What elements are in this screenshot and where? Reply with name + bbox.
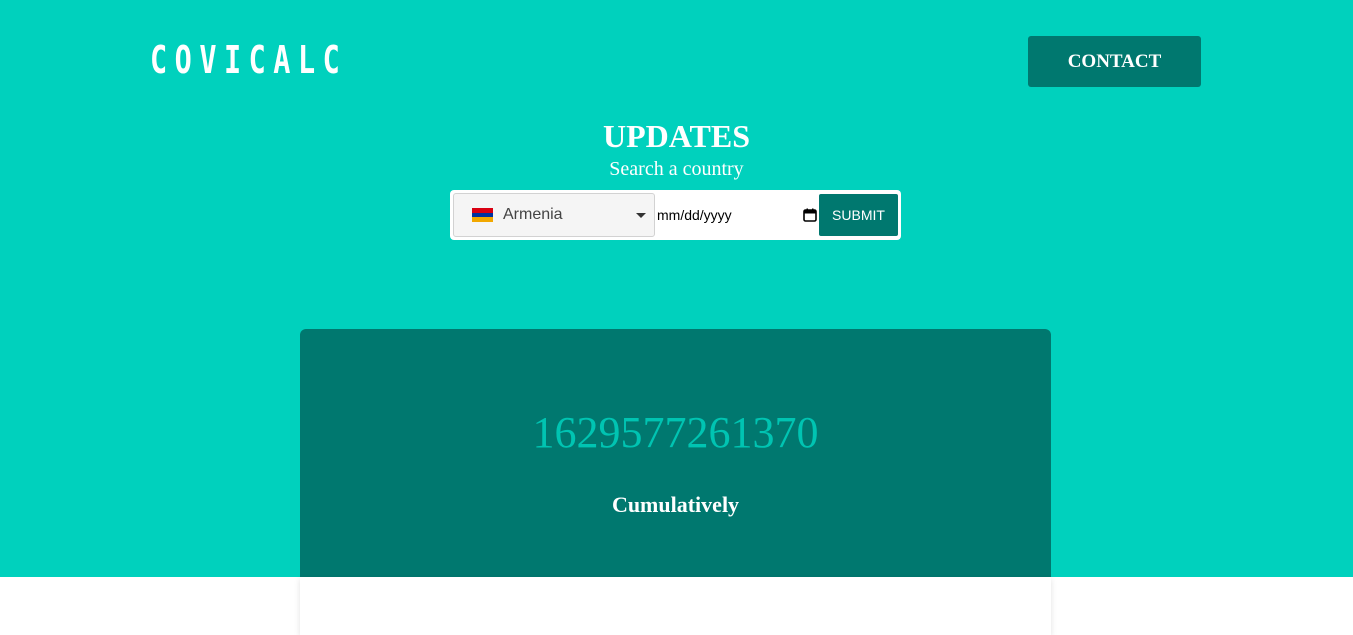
submit-button[interactable]: SUBMIT (819, 194, 898, 236)
country-select[interactable]: Armenia (453, 193, 655, 237)
date-input-placeholder: mm/dd/yyyy (657, 207, 732, 223)
search-label: Search a country (609, 158, 744, 180)
calendar-icon[interactable] (803, 208, 817, 222)
updates-title: UPDATES (603, 118, 750, 154)
cumulative-count: 1629577261370 (532, 408, 819, 457)
armenia-flag-icon (472, 208, 493, 223)
country-select-value: Armenia (503, 206, 563, 223)
contact-button[interactable]: CONTACT (1028, 36, 1201, 87)
cumulative-label: Cumulatively (611, 492, 740, 517)
search-form: Armenia mm/dd/yyyy SUBMIT (450, 190, 901, 240)
stats-card-lower-panel (300, 577, 1051, 635)
chevron-down-icon (636, 213, 646, 218)
logo[interactable]: COVICALC (150, 38, 347, 82)
stats-card: 1629577261370 Cumulatively (300, 329, 1051, 635)
date-input[interactable]: mm/dd/yyyy (655, 193, 819, 237)
